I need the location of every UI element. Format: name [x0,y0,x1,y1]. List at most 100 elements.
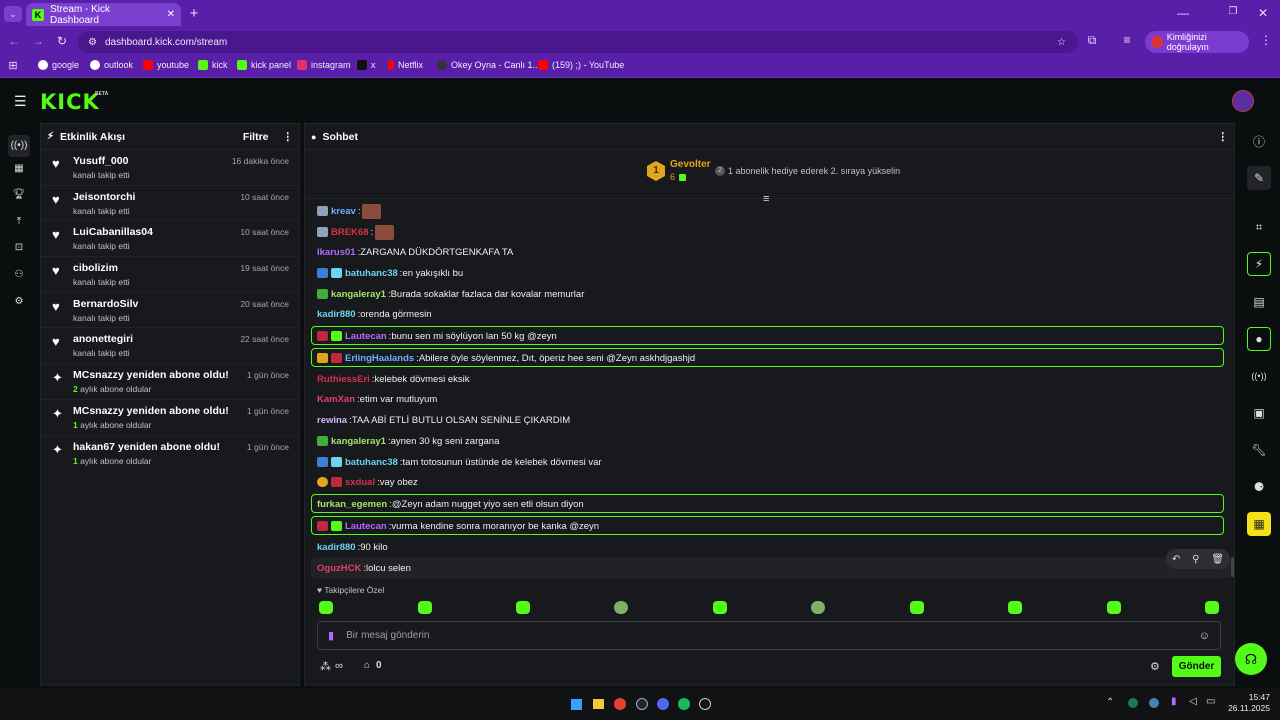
leader-name[interactable]: Gevolter [670,159,711,170]
new-tab-icon[interactable]: + [185,5,203,22]
emote-icon[interactable] [516,601,530,614]
layout-icon[interactable]: ▣ [1247,401,1271,425]
rail-trophy-icon[interactable]: 🏆︎ [0,189,38,200]
url-field[interactable]: ⚙ dashboard.kick.com/stream ☆ [78,31,1078,53]
discord-icon[interactable] [657,698,669,710]
bookmark-netflix[interactable]: Netflix [388,60,423,70]
emote-icon[interactable] [713,601,727,614]
rail-analytics-icon[interactable]: ▦ [0,163,38,174]
hamburger-menu-icon[interactable]: ☰ [14,93,27,110]
chat-username[interactable]: Lautecan [345,331,387,342]
chat-input[interactable]: ▮ Bir mesaj gönderin ☺ [317,621,1221,650]
tray-steam-icon[interactable] [1149,698,1159,708]
chat-username[interactable]: OguzHCK [317,563,361,574]
scan-icon[interactable]: ⌗ [1247,215,1271,239]
chat-username[interactable]: batuhanc38 [345,268,398,279]
shop[interactable]: ⌂ 0 [364,660,382,671]
collapse-icon[interactable]: ≡ [763,193,769,205]
chrome-icon[interactable] [614,698,626,710]
chat-username[interactable]: kadir880 [317,309,356,320]
chat-message[interactable]: OguzHCK: lolcu selen [317,558,411,578]
close-window-icon[interactable]: ✕ [1254,6,1272,20]
tray-app-icon[interactable] [1128,698,1138,708]
bookmark-instagram[interactable]: instagram [297,60,351,70]
emote-icon[interactable] [1107,601,1121,614]
file-explorer-icon[interactable] [593,699,604,709]
tray-volume-icon[interactable]: ◁ [1189,696,1197,707]
chat-username[interactable]: kreav [331,206,356,217]
restore-icon[interactable]: ❐ [1224,6,1242,17]
wrench-icon[interactable]: 🔧︎ [1247,438,1271,462]
chat-username[interactable]: rewina [317,415,347,426]
forward-icon[interactable]: → [29,34,47,48]
emote-icon[interactable] [910,601,924,614]
chat-username[interactable]: BREK68 [331,227,369,238]
chat-panel-icon[interactable]: ● [1247,327,1271,351]
filter-button[interactable]: Filtre [243,131,269,143]
bookmark-kick-panel[interactable]: kick panel [237,60,291,70]
tab-list-icon[interactable]: ⌄ [4,6,22,22]
notes-icon[interactable]: ▤ [1247,290,1271,314]
support-headset-icon[interactable]: ☊ [1235,643,1267,675]
bookmark-youtube[interactable]: youtube [143,60,189,70]
start-icon[interactable] [571,699,582,710]
bookmark-outlook[interactable]: outlook [90,60,133,70]
emote-icon[interactable] [811,601,825,614]
bookmark-google[interactable]: google [38,60,79,70]
broadcast-icon[interactable]: ((•)) [1247,364,1271,388]
channel-points[interactable]: ⁂ ∞ [320,660,343,673]
chat-options-icon[interactable]: ⋮ [1218,131,1229,143]
user-avatar[interactable] [1232,90,1254,112]
edit-icon[interactable]: ✎ [1247,166,1271,190]
media-control-icon[interactable]: ≡ [1118,33,1136,47]
chat-username[interactable]: batuhanc38 [345,457,398,468]
chat-scrollbar[interactable] [1231,557,1234,577]
chat-username[interactable]: kangaleray1 [331,289,386,300]
bookmark-kick[interactable]: kick [198,60,228,70]
chat-username[interactable]: sxdual [345,477,375,488]
emoji-icon[interactable]: ☺ [1199,630,1210,642]
bookmark-youtube-2[interactable]: (159) ;) - YouTube [538,60,624,70]
send-button[interactable]: Gönder [1172,656,1221,677]
chat-username[interactable]: Lautecan [345,521,387,532]
chat-username[interactable]: kangaleray1 [331,436,386,447]
tray-mic-icon[interactable]: ▮ [1171,696,1177,707]
emote-icon[interactable] [614,601,628,614]
rail-stream-icon[interactable]: ((•)) [8,135,30,157]
clapper-icon[interactable]: ▦ [1247,512,1271,536]
rail-upload-icon[interactable]: ⤒ [0,216,38,227]
chat-username[interactable]: ErlingHaalands [345,353,414,364]
emote-icon[interactable] [319,601,333,614]
emote-icon[interactable] [1205,601,1219,614]
tab-close-icon[interactable]: ✕ [167,9,175,20]
app-icon[interactable] [699,698,711,710]
chat-settings-icon[interactable]: ⚙ [1150,660,1160,673]
spotify-icon[interactable] [678,698,690,710]
browser-tab[interactable]: K Stream - Kick Dashboard ✕ [26,3,181,26]
bookmark-x[interactable]: x [357,60,376,70]
chat-username[interactable]: KamXan [317,394,355,405]
tray-expand-icon[interactable]: ⌃ [1106,697,1114,708]
mic-icon[interactable]: ▮ [328,629,334,642]
back-icon[interactable]: ← [5,34,23,48]
steam-icon[interactable] [636,698,648,710]
rail-settings-icon[interactable]: ⚙ [0,296,38,307]
chat-username[interactable]: Ikarus01 [317,247,356,258]
chat-username[interactable]: kadir880 [317,542,356,553]
apps-grid-icon[interactable]: ⊞ [4,59,22,72]
tray-network-icon[interactable]: ▭ [1206,696,1215,707]
browser-menu-icon[interactable]: ⋮ [1257,33,1275,47]
reload-icon[interactable]: ↻ [53,34,71,48]
extensions-icon[interactable]: ⧉ [1083,33,1101,48]
delete-icon[interactable]: 🗑︎ [1211,554,1224,565]
pin-icon[interactable]: ⚲ [1192,554,1199,565]
minimize-icon[interactable]: — [1174,6,1192,20]
rail-camera-icon[interactable]: ⊡ [0,242,38,253]
info-icon[interactable]: ⓘ [1247,129,1271,153]
bookmark-star-icon[interactable]: ☆ [1057,37,1066,48]
more-options-icon[interactable]: ⋮ [283,131,294,143]
rail-community-icon[interactable]: ⚇ [0,269,38,280]
clock[interactable]: 15:47 26.11.2025 [1228,692,1270,714]
emote-icon[interactable] [418,601,432,614]
kick-logo[interactable]: KICK [40,90,100,114]
